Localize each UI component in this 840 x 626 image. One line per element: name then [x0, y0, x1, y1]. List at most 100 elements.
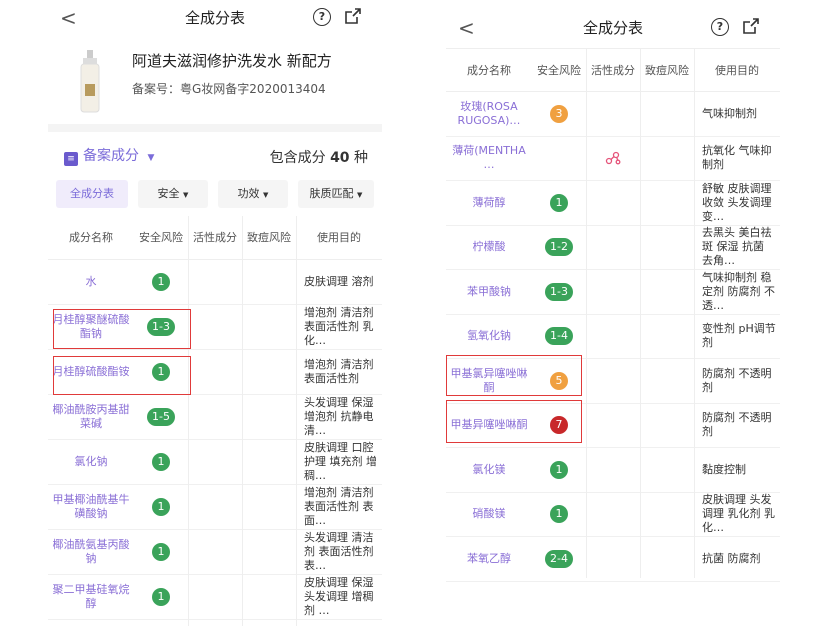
table-row[interactable]: 苯氧乙醇 2-4 抗菌 防腐剂 [446, 537, 780, 582]
ingredient-name[interactable]: 玫瑰(ROSA RUGOSA)… [446, 92, 532, 136]
table-row[interactable]: 甲基异噻唑啉酮 7 防腐剂 不透明剂 [446, 404, 780, 448]
table-row[interactable]: 甲基椰油酰基牛磺酸钠 1 增泡剂 清洁剂 表面活性剂 表面… [48, 485, 382, 530]
table-row[interactable]: 氯化钠 1 皮肤调理 口腔护理 填充剂 增稠… [48, 440, 382, 485]
usage-purpose: 皮肤调理 头发调理 乳化剂 乳化… [702, 493, 775, 535]
safety-risk-cell: 1 [134, 575, 188, 619]
share-icon[interactable] [345, 8, 361, 24]
usage-purpose: 增泡剂 清洁剂 表面活性剂 [304, 358, 374, 385]
table-header: 成分名称 安全风险 活性成分 致痘风险 使用目的 [446, 48, 780, 92]
ingredient-name[interactable]: 苯氧乙醇 [446, 537, 532, 581]
help-icon[interactable]: ? [711, 18, 729, 36]
ingredient-name[interactable]: 甲基氯异噻唑啉酮 [446, 359, 532, 403]
filter-label: 功效 [237, 187, 260, 200]
usage-purpose: 增泡剂 清洁剂 表面活性剂 乳化… [304, 306, 374, 347]
table-row[interactable]: 氯化镁 1 黏度控制 [446, 448, 780, 493]
ingredient-name[interactable]: 氯化钠 [48, 440, 134, 484]
risk-badge: 1 [550, 505, 568, 524]
right-screen: < 全成分表 ? 成分名称 安全风险 活性成分 致痘风险 使用目的 玫瑰(ROS… [446, 0, 780, 626]
registration-number: 备案号：粤G妆网备字2020013404 [132, 82, 326, 96]
table-row[interactable]: 硝酸镁 1 皮肤调理 头发调理 乳化剂 乳化… [446, 493, 780, 537]
active-ingredient-cell [586, 181, 640, 225]
active-ingredient-cell [586, 537, 640, 581]
table-row[interactable]: 椰油酰胺丙基甜菜碱 1-5 头发调理 保湿 增泡剂 抗静电 清… [48, 395, 382, 440]
ingredient-name[interactable]: 甲基异噻唑啉酮 [446, 404, 532, 448]
risk-badge: 1 [152, 453, 170, 471]
active-ingredient-cell [188, 440, 242, 484]
ingredient-name[interactable]: 椰油酰氨基丙酸钠 [48, 530, 134, 574]
risk-badge: 7 [550, 416, 568, 435]
share-icon[interactable] [743, 18, 759, 34]
ingredient-name[interactable]: 水 [48, 260, 134, 304]
safety-risk-cell: 5 [532, 359, 586, 403]
acne-risk-cell [242, 260, 296, 304]
table-row[interactable]: 甲基氯异噻唑啉酮 5 防腐剂 不透明剂 [446, 359, 780, 404]
ingredient-name[interactable]: 硝酸镁 [446, 493, 532, 537]
usage-purpose: 抗氧化 气味抑制剂 [702, 144, 772, 172]
table-row[interactable]: 薄荷(MENTHA … 抗氧化 气味抑制剂 [446, 137, 780, 181]
nav-bar: < 全成分表 ? [446, 10, 780, 44]
table-row[interactable]: 月桂醇聚醚硫酸酯钠 1-3 增泡剂 清洁剂 表面活性剂 乳化… [48, 305, 382, 350]
table-row[interactable]: 玫瑰(ROSA RUGOSA)… 3 气味抑制剂 [446, 92, 780, 137]
acne-risk-cell [242, 350, 296, 394]
usage-purpose: 气味抑制剂 稳定剂 防腐剂 不透… [702, 270, 775, 312]
safety-risk-cell: 1-3 [532, 270, 586, 314]
active-ingredient-cell [188, 305, 242, 349]
help-icon[interactable]: ? [313, 8, 331, 26]
risk-badge: 1-3 [147, 318, 175, 336]
filter-skin-match[interactable]: 肤质匹配 ▼ [298, 180, 374, 208]
filing-icon: ≡ [64, 152, 78, 166]
molecule-icon [605, 152, 621, 165]
ingredient-name[interactable]: 椰油酰胺丙基甜菜碱 [48, 395, 134, 439]
safety-risk-cell: 1 [532, 448, 586, 492]
ingredient-name[interactable]: 月桂醇聚醚硫酸酯钠 [48, 305, 134, 349]
ingredient-name[interactable]: 苯甲酸钠 [446, 270, 532, 314]
active-ingredient-cell [586, 137, 640, 181]
risk-badge: 1 [152, 498, 170, 516]
usage-purpose: 皮肤调理 口腔护理 填充剂 增稠… [304, 441, 377, 482]
active-ingredient-cell [188, 260, 242, 304]
filing-ingredients-dropdown[interactable]: ≡ 备案成分 ▼ [64, 145, 154, 166]
ingredient-name[interactable]: 聚二甲基硅氧烷醇 [48, 575, 134, 619]
filter-efficacy[interactable]: 功效 ▼ [218, 180, 288, 208]
acne-risk-cell [640, 270, 694, 314]
table-row[interactable]: 椰油酰氨基丙酸钠 1 头发调理 清洁剂 表面活性剂 表… [48, 530, 382, 575]
filter-bar: 全成分表 安全 ▼ 功效 ▼ 肤质匹配 ▼ [48, 180, 382, 208]
filter-safety[interactable]: 安全 ▼ [138, 180, 208, 208]
ingredient-name[interactable]: 柠檬酸 [446, 226, 532, 270]
table-row[interactable]: 氢氧化钠 1-4 变性剂 pH调节剂 [446, 315, 780, 359]
usage-purpose: 抗菌 防腐剂 [702, 551, 761, 565]
column-divider [586, 48, 587, 578]
ingredient-name[interactable]: 甲基椰油酰基牛磺酸钠 [48, 485, 134, 529]
ingredient-name[interactable]: 氢氧化钠 [446, 315, 532, 359]
table-row[interactable]: 苯甲酸钠 1-3 气味抑制剂 稳定剂 防腐剂 不透… [446, 270, 780, 315]
safety-risk-cell: 1-5 [134, 395, 188, 439]
risk-badge: 1 [550, 460, 568, 479]
usage-purpose: 舒敏 皮肤调理 收敛 头发调理 变… [702, 181, 772, 223]
product-header: 阿道夫滋润修护洗发水 新配方 备案号：粤G妆网备字2020013404 [48, 36, 382, 122]
safety-risk-cell: 2-4 [532, 537, 586, 581]
filter-full-list[interactable]: 全成分表 [56, 180, 128, 208]
acne-risk-cell [242, 575, 296, 619]
usage-purpose: 变性剂 pH调节剂 [702, 322, 776, 350]
table-row[interactable]: 柠檬酸 1-2 去黑头 美白祛斑 保湿 抗菌 去角… [446, 226, 780, 270]
count-suffix: 种 [354, 150, 368, 166]
table-row[interactable]: 聚二甲基硅氧烷醇 1 皮肤调理 保湿 头发调理 增稠剂 … [48, 575, 382, 620]
acne-risk-cell [640, 404, 694, 448]
risk-badge: 1 [152, 363, 170, 381]
left-screen: < 全成分表 ? 阿道夫滋润修护洗发水 新配方 备案号：粤G妆网备字202001… [48, 0, 382, 626]
active-ingredient-cell [586, 359, 640, 403]
ingredient-name[interactable]: 氯化镁 [446, 448, 532, 492]
active-ingredient-cell [586, 92, 640, 136]
table-row[interactable]: 水 1 皮肤调理 溶剂 [48, 260, 382, 305]
table-row[interactable]: 月桂醇硫酸酯铵 1 增泡剂 清洁剂 表面活性剂 [48, 350, 382, 395]
acne-risk-cell [242, 395, 296, 439]
col-safety: 安全风险 [537, 64, 581, 77]
usage-purpose: 头发调理 清洁剂 表面活性剂 表… [304, 531, 374, 572]
ingredient-name[interactable]: 月桂醇硫酸酯铵 [48, 350, 134, 394]
ingredient-name[interactable]: 薄荷(MENTHA … [446, 137, 532, 181]
risk-badge: 1 [152, 543, 170, 561]
nav-title: 全成分表 [184, 9, 245, 27]
table-row[interactable]: 薄荷醇 1 舒敏 皮肤调理 收敛 头发调理 变… [446, 181, 780, 226]
active-ingredient-cell [586, 270, 640, 314]
ingredient-name[interactable]: 薄荷醇 [446, 181, 532, 225]
